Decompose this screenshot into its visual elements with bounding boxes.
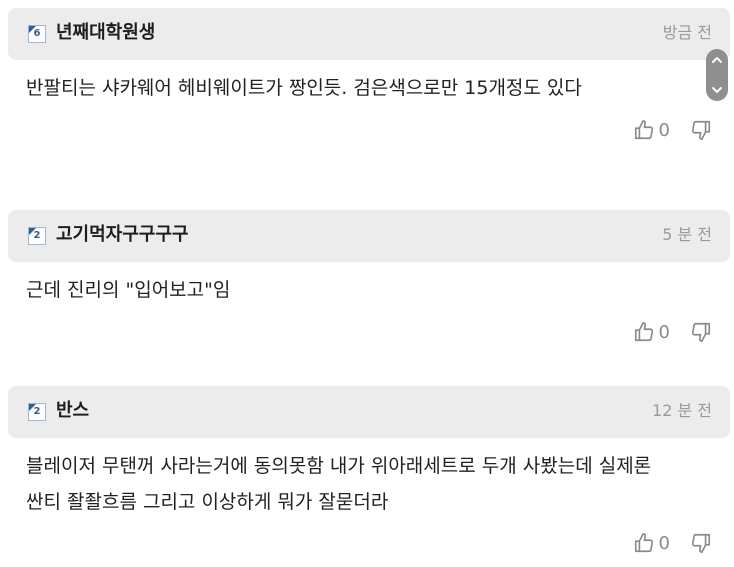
comment-text: 블레이저 무탠꺼 사라는거에 동의못함 내가 위아래세트로 두개 사봤는데 실제… <box>26 448 716 520</box>
thumbs-down-icon <box>691 533 711 553</box>
thumbs-up-icon <box>634 322 653 342</box>
dislike-button[interactable] <box>690 119 712 141</box>
comment-header: 2 고기먹자구구구구 5 분 전 <box>8 210 730 262</box>
thumbs-up-icon <box>634 533 653 553</box>
level-badge: 2 <box>28 403 46 421</box>
comment-time: 5 분 전 <box>662 225 712 244</box>
vote-bar: 0 <box>633 117 712 143</box>
comment-text-line: 반팔티는 샤카웨어 헤비웨이트가 짱인듯. 검은색으로만 15개정도 있다 <box>26 77 582 99</box>
comment-author[interactable]: 년째대학원생 <box>56 21 155 45</box>
thumbs-down-icon <box>691 120 711 140</box>
comment-author[interactable]: 반스 <box>56 399 89 423</box>
dislike-button[interactable] <box>690 532 712 554</box>
thumbs-down-icon <box>691 322 711 342</box>
like-button[interactable] <box>633 321 655 343</box>
comment-text-line: 싼티 좔좔흐름 그리고 이상하게 뭐가 잘묻더라 <box>26 491 389 513</box>
like-count: 0 <box>658 119 670 141</box>
chevron-down-icon[interactable] <box>711 85 723 95</box>
comment-header: 6 년째대학원생 방금 전 <box>8 8 730 60</box>
comment-time: 12 분 전 <box>652 401 712 420</box>
like-button[interactable] <box>633 532 655 554</box>
vote-bar: 0 <box>633 530 712 556</box>
like-count: 0 <box>658 321 670 343</box>
comment-time: 방금 전 <box>662 23 712 42</box>
level-badge: 6 <box>28 25 46 43</box>
comment-text-line: 근데 진리의 "입어보고"임 <box>26 279 231 301</box>
like-button[interactable] <box>633 119 655 141</box>
chevron-up-icon[interactable] <box>711 55 723 65</box>
comment-item: 2 고기먹자구구구구 5 분 전 근데 진리의 "입어보고"임 0 <box>8 210 730 343</box>
comment-author[interactable]: 고기먹자구구구구 <box>56 223 188 247</box>
comment-text: 반팔티는 샤카웨어 헤비웨이트가 짱인듯. 검은색으로만 15개정도 있다 <box>26 70 716 106</box>
like-count: 0 <box>658 532 670 554</box>
vote-bar: 0 <box>633 319 712 345</box>
comment-item: 2 반스 12 분 전 블레이저 무탠꺼 사라는거에 동의못함 내가 위아래세트… <box>8 386 730 554</box>
dislike-button[interactable] <box>690 321 712 343</box>
level-badge: 2 <box>28 227 46 245</box>
scroll-control[interactable] <box>706 49 728 101</box>
comment-text-line: 블레이저 무탠꺼 사라는거에 동의못함 내가 위아래세트로 두개 사봤는데 실제… <box>26 455 652 477</box>
comment-item: 6 년째대학원생 방금 전 반팔티는 샤카웨어 헤비웨이트가 짱인듯. 검은색으… <box>8 8 730 141</box>
comment-header: 2 반스 12 분 전 <box>8 386 730 438</box>
thumbs-up-icon <box>634 120 653 140</box>
comment-text: 근데 진리의 "입어보고"임 <box>26 272 716 308</box>
